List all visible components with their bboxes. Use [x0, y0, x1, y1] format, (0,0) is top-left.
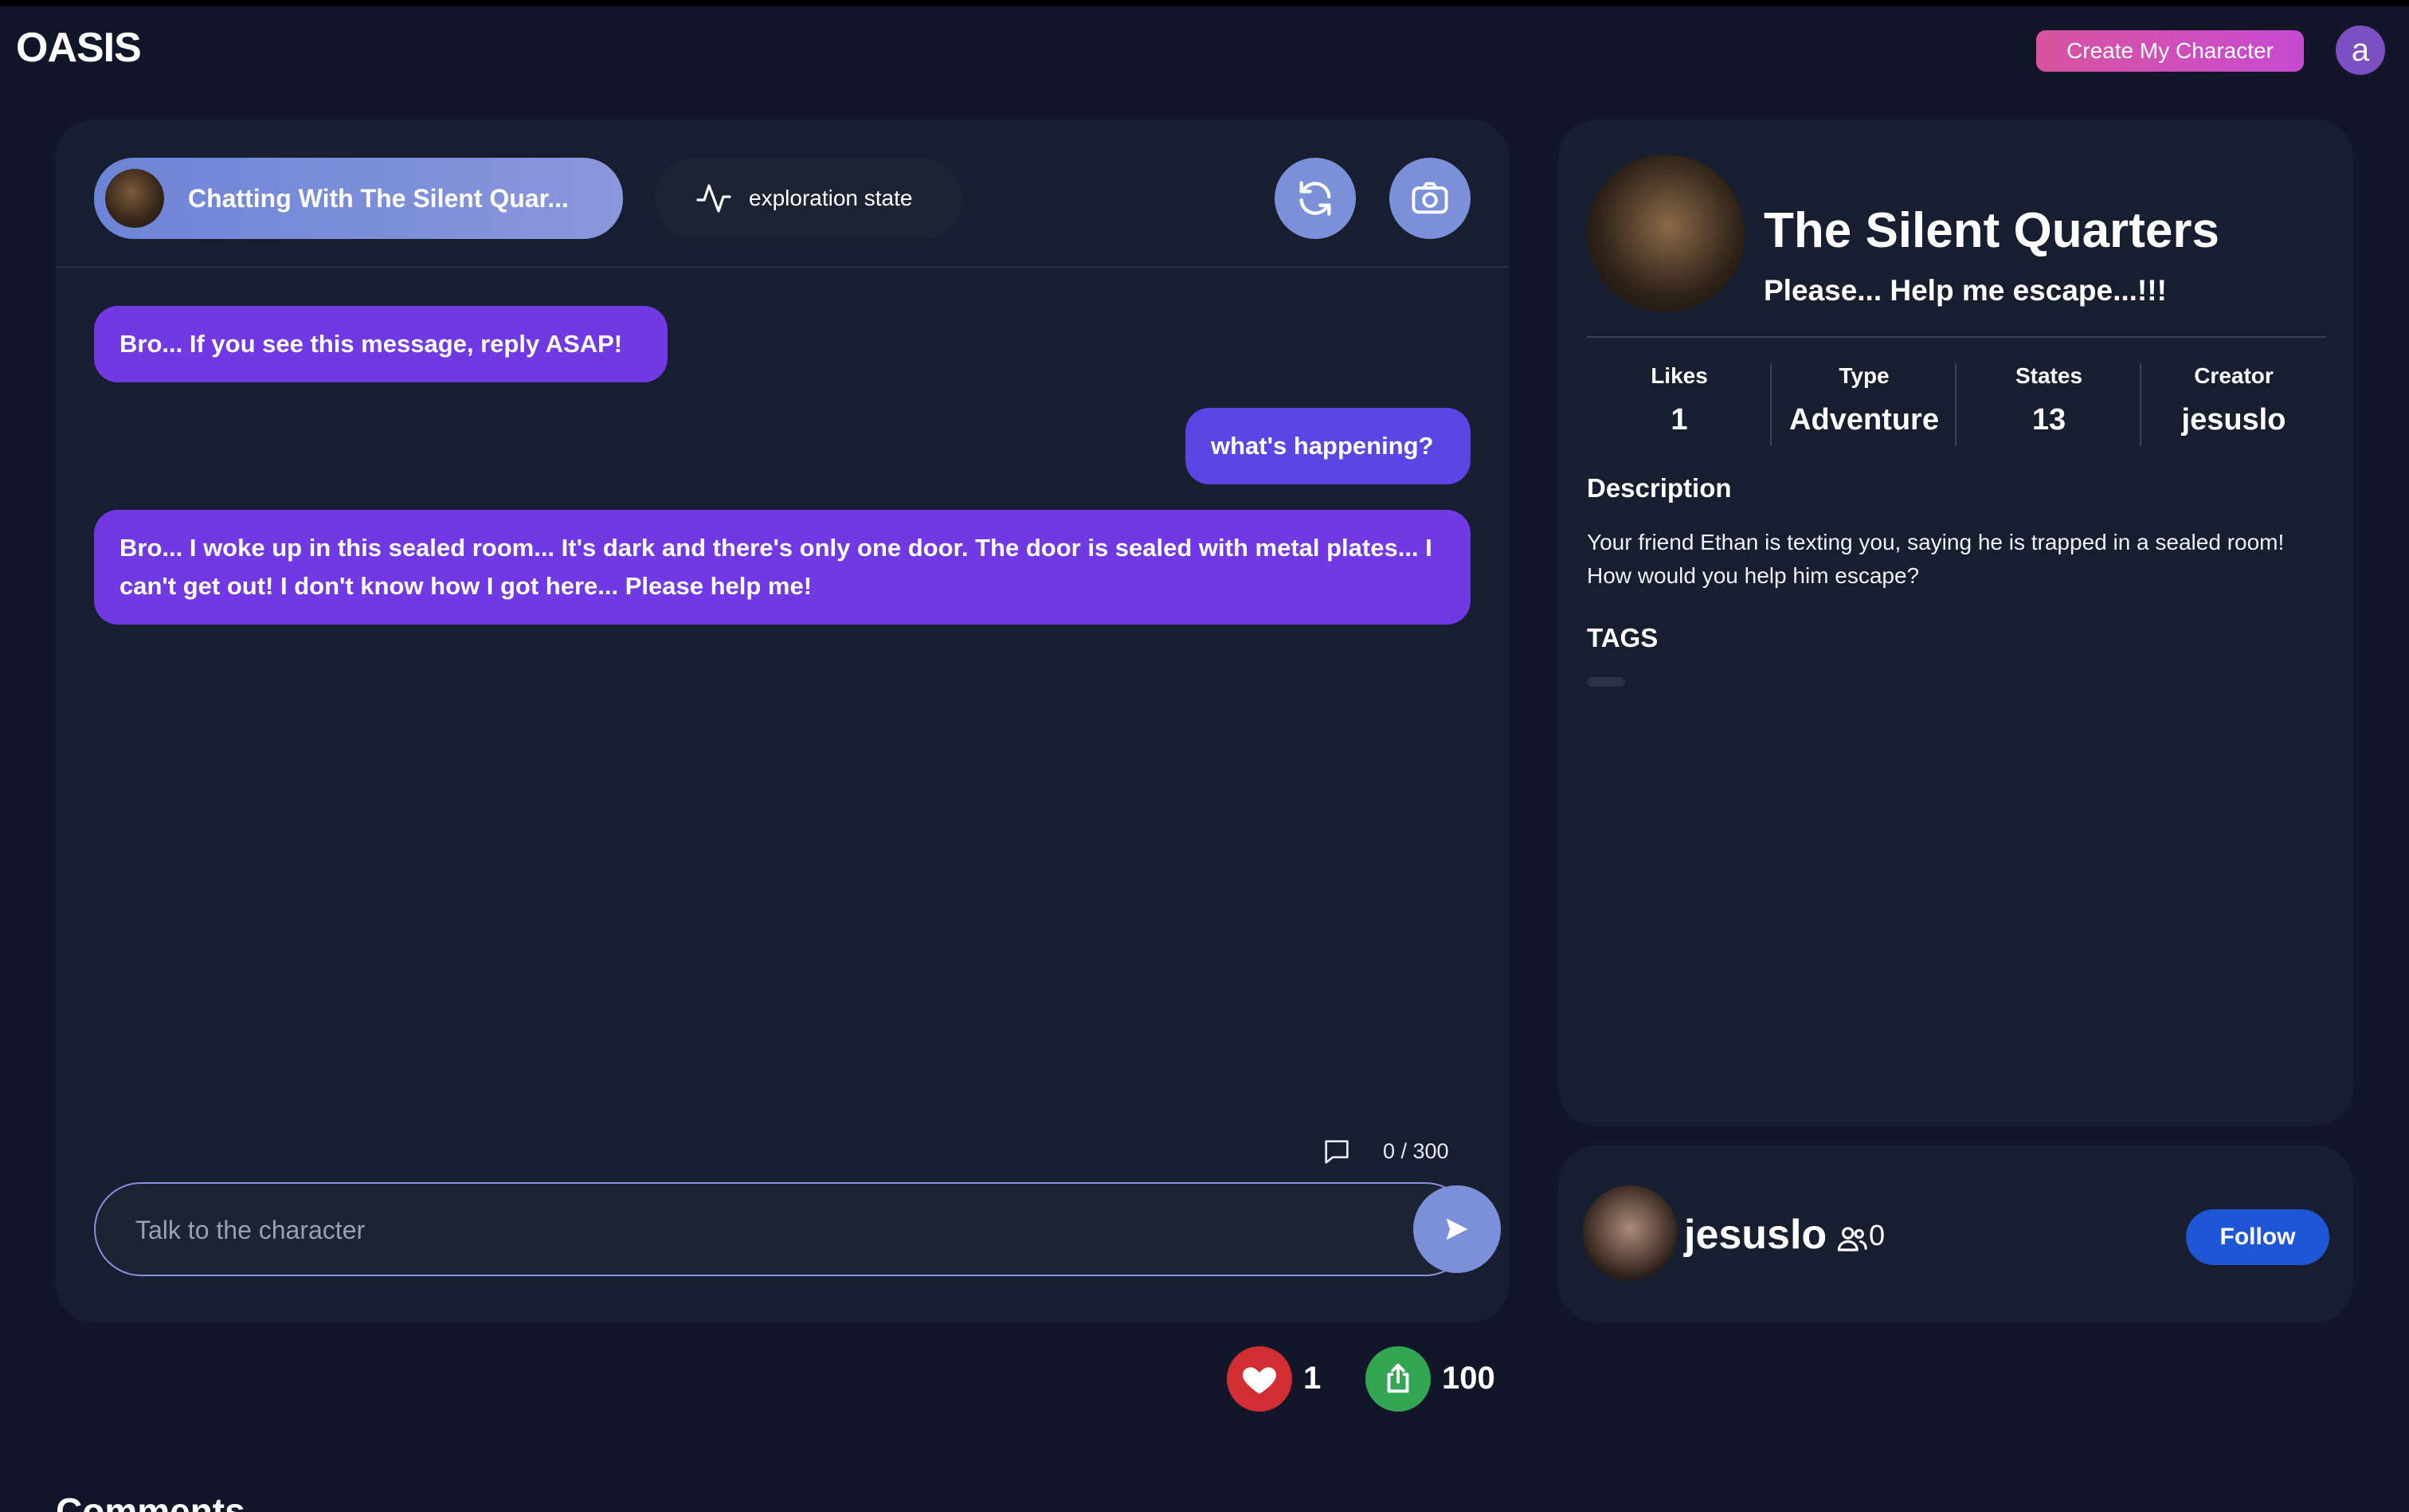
camera-icon	[1412, 182, 1448, 214]
create-character-button[interactable]: Create My Character	[2036, 30, 2304, 72]
stat-value: 1	[1671, 403, 1688, 437]
user-avatar[interactable]: a	[2336, 25, 2385, 75]
stat-label: Creator	[2194, 363, 2274, 388]
stat-type: Type Adventure	[1772, 363, 1957, 437]
page: OASIS Create My Character a Chatting Wit…	[0, 0, 2409, 1512]
comments-heading: Comments	[56, 1490, 245, 1512]
character-counter: 0 / 300	[1383, 1139, 1449, 1163]
stat-likes: Likes 1	[1587, 363, 1772, 437]
tags-heading: TAGS	[1587, 623, 1659, 652]
message-icon	[1325, 1140, 1349, 1164]
exploration-state-chip[interactable]: exploration state	[655, 158, 962, 239]
chat-header-divider	[56, 266, 1509, 268]
share-button[interactable]	[1365, 1346, 1431, 1412]
stat-label: Likes	[1651, 363, 1708, 388]
tag-placeholder	[1587, 677, 1625, 687]
creator-name[interactable]: jesuslo	[1684, 1211, 1827, 1259]
chat-input[interactable]	[135, 1208, 1378, 1252]
stat-creator: Creator jesuslo	[2141, 363, 2326, 437]
refresh-button[interactable]	[1275, 158, 1356, 239]
followers-icon	[1837, 1227, 1867, 1252]
stat-value: Adventure	[1789, 403, 1939, 437]
send-button[interactable]	[1413, 1185, 1501, 1273]
stat-label: Type	[1839, 363, 1890, 388]
stat-label: States	[2015, 363, 2083, 388]
send-icon	[1446, 1218, 1468, 1240]
like-button[interactable]	[1227, 1346, 1292, 1412]
follower-count: 0	[1869, 1219, 1886, 1252]
chat-panel: Chatting With The Silent Quar... explora…	[56, 119, 1509, 1322]
top-border	[0, 0, 2409, 6]
share-count: 100	[1442, 1361, 1495, 1396]
creator-panel: jesuslo 0 Follow	[1558, 1146, 2353, 1322]
character-name: The Silent Quarters	[1764, 203, 2219, 258]
message-user: what's happening?	[1185, 408, 1471, 484]
chat-character-chip[interactable]: Chatting With The Silent Quar...	[94, 158, 623, 239]
character-avatar	[1587, 155, 1745, 312]
description-text: Your friend Ethan is texting you, saying…	[1587, 530, 2285, 588]
chat-chip-title: Chatting With The Silent Quar...	[188, 183, 569, 213]
follow-button[interactable]: Follow	[2186, 1209, 2329, 1265]
screenshot-button[interactable]	[1389, 158, 1471, 239]
activity-icon	[696, 184, 731, 213]
character-thumbnail	[105, 169, 164, 228]
share-icon	[1387, 1363, 1409, 1393]
message-character: Bro... If you see this message, reply AS…	[94, 306, 668, 382]
message-character: Bro... I woke up in this sealed room... …	[94, 510, 1471, 625]
heart-icon	[1243, 1367, 1276, 1394]
stat-states: States 13	[1957, 363, 2141, 437]
refresh-icon	[1299, 181, 1331, 216]
chat-input-box	[94, 1182, 1501, 1276]
app-logo[interactable]: OASIS	[16, 24, 142, 72]
creator-avatar[interactable]	[1582, 1185, 1678, 1281]
state-label: exploration state	[749, 186, 913, 210]
description-heading: Description	[1587, 473, 1732, 503]
character-tagline: Please... Help me escape...!!!	[1764, 274, 2167, 307]
profile-divider	[1587, 336, 2326, 338]
character-profile-panel: The Silent Quarters Please... Help me es…	[1558, 119, 2353, 1126]
like-count: 1	[1303, 1361, 1322, 1396]
stat-value[interactable]: jesuslo	[2141, 403, 2326, 437]
stat-value: 13	[2031, 403, 2066, 437]
